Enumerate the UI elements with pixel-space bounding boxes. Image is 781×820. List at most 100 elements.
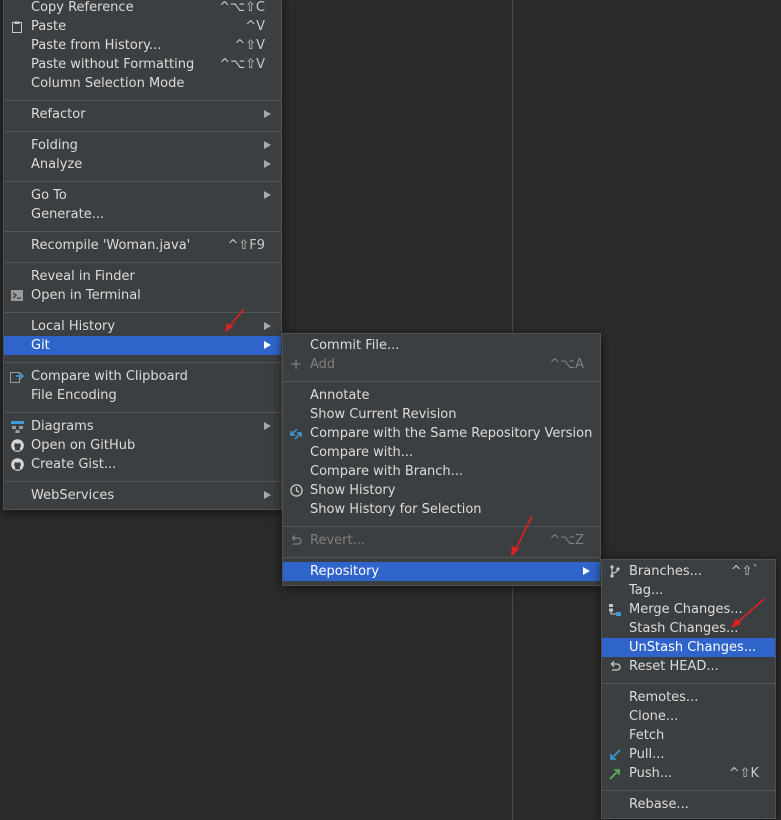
menu-separator [4, 231, 281, 232]
github-icon [9, 436, 25, 455]
menu-item-label: Clone... [629, 709, 679, 724]
menu-item-webservices[interactable]: WebServices [4, 486, 281, 505]
editor-context-menu: Copy Reference ^⌥⇧C Paste ^V Paste from … [3, 0, 282, 510]
menu-item-shortcut: ^V [245, 19, 265, 34]
branch-icon [607, 562, 623, 581]
menu-item-git[interactable]: Git [4, 336, 281, 355]
revert-icon [288, 531, 304, 550]
menu-item-shortcut: ^⇧K [728, 766, 759, 781]
diagram-icon [9, 417, 25, 436]
menu-item-branches[interactable]: Branches... ^⇧` [602, 562, 775, 581]
push-arrow-icon [607, 764, 623, 783]
clipboard-icon [9, 17, 25, 36]
menu-item-reveal-in-finder[interactable]: Reveal in Finder [4, 267, 281, 286]
submenu-arrow-icon [264, 141, 271, 149]
menu-separator [602, 683, 775, 684]
menu-item-file-encoding[interactable]: File Encoding [4, 386, 281, 405]
menu-item-refactor[interactable]: Refactor [4, 105, 281, 124]
submenu-arrow-icon [264, 191, 271, 199]
menu-item-create-gist[interactable]: Create Gist... [4, 455, 281, 474]
menu-item-diagrams[interactable]: Diagrams [4, 417, 281, 436]
menu-item-label: Reset HEAD... [629, 659, 719, 674]
menu-item-revert[interactable]: Revert... ^⌥Z [283, 531, 600, 550]
menu-item-paste-without-formatting[interactable]: Paste without Formatting ^⌥⇧V [4, 55, 281, 74]
menu-item-label: Show History for Selection [310, 502, 482, 517]
menu-item-annotate[interactable]: Annotate [283, 386, 600, 405]
menu-item-label: Revert... [310, 533, 365, 548]
menu-item-label: Folding [31, 138, 78, 153]
menu-item-shortcut: ^⌥A [549, 357, 584, 372]
plus-icon: + [289, 355, 303, 373]
menu-item-show-history[interactable]: Show History [283, 481, 600, 500]
menu-item-paste[interactable]: Paste ^V [4, 17, 281, 36]
git-submenu: Commit File... + Add ^⌥A Annotate Show C… [282, 333, 601, 586]
menu-item-shortcut: ^⌥⇧V [219, 57, 265, 72]
menu-item-compare-with-branch[interactable]: Compare with Branch... [283, 462, 600, 481]
menu-item-pull[interactable]: Pull... [602, 745, 775, 764]
menu-item-label: Merge Changes... [629, 602, 743, 617]
menu-item-label: Diagrams [31, 419, 94, 434]
menu-item-generate[interactable]: Generate... [4, 205, 281, 224]
menu-item-label: Branches... [629, 564, 703, 579]
menu-item-rebase[interactable]: Rebase... [602, 795, 775, 814]
menu-item-commit-file[interactable]: Commit File... [283, 336, 600, 355]
menu-item-folding[interactable]: Folding [4, 136, 281, 155]
menu-item-reset-head[interactable]: Reset HEAD... [602, 657, 775, 676]
submenu-arrow-icon [264, 322, 271, 330]
menu-item-show-current-revision[interactable]: Show Current Revision [283, 405, 600, 424]
compare-clipboard-icon [9, 367, 25, 386]
menu-item-label: WebServices [31, 488, 115, 503]
menu-item-add[interactable]: + Add ^⌥A [283, 355, 600, 374]
menu-item-shortcut: ^⇧V [234, 38, 265, 53]
annotation-arrow-icon [225, 308, 245, 332]
menu-item-clone[interactable]: Clone... [602, 707, 775, 726]
menu-item-label: Tag... [629, 583, 664, 598]
annotation-arrow-icon [731, 598, 765, 628]
menu-item-compare-with[interactable]: Compare with... [283, 443, 600, 462]
menu-item-label: Commit File... [310, 338, 400, 353]
menu-item-label: Paste [31, 19, 67, 34]
menu-item-label: File Encoding [31, 388, 117, 403]
menu-separator [4, 362, 281, 363]
submenu-arrow-icon [264, 491, 271, 499]
menu-item-label: Generate... [31, 207, 105, 222]
menu-separator [4, 131, 281, 132]
menu-item-recompile[interactable]: Recompile 'Woman.java' ^⇧F9 [4, 236, 281, 255]
menu-item-show-history-selection[interactable]: Show History for Selection [283, 500, 600, 519]
menu-item-label: Reveal in Finder [31, 269, 135, 284]
menu-separator [4, 481, 281, 482]
menu-item-shortcut: ^⇧` [730, 564, 759, 579]
menu-item-label: Copy Reference [31, 0, 134, 15]
menu-item-copy-reference[interactable]: Copy Reference ^⌥⇧C [4, 0, 281, 17]
menu-item-open-in-terminal[interactable]: Open in Terminal [4, 286, 281, 305]
menu-item-label: Paste without Formatting [31, 57, 195, 72]
menu-item-analyze[interactable]: Analyze [4, 155, 281, 174]
menu-item-unstash-changes[interactable]: UnStash Changes... [602, 638, 775, 657]
revert-icon [607, 657, 623, 676]
menu-item-label: Fetch [629, 728, 665, 743]
menu-item-paste-from-history[interactable]: Paste from History... ^⇧V [4, 36, 281, 55]
menu-item-label: Show History [310, 483, 396, 498]
menu-item-go-to[interactable]: Go To [4, 186, 281, 205]
menu-item-label: Remotes... [629, 690, 699, 705]
menu-item-label: Show Current Revision [310, 407, 457, 422]
menu-item-repository[interactable]: Repository [283, 562, 600, 581]
menu-item-shortcut: ^⌥Z [549, 533, 584, 548]
menu-item-remotes[interactable]: Remotes... [602, 688, 775, 707]
menu-item-label: Pull... [629, 747, 665, 762]
menu-item-label: Repository [310, 564, 380, 579]
annotation-arrow-icon [511, 515, 533, 557]
menu-item-open-on-github[interactable]: Open on GitHub [4, 436, 281, 455]
menu-item-label: Stash Changes... [629, 621, 739, 636]
menu-item-column-selection-mode[interactable]: Column Selection Mode [4, 74, 281, 93]
submenu-arrow-icon [264, 160, 271, 168]
menu-item-compare-same-repo-version[interactable]: Compare with the Same Repository Version [283, 424, 600, 443]
menu-item-label: Create Gist... [31, 457, 117, 472]
menu-item-label: Push... [629, 766, 673, 781]
menu-item-fetch[interactable]: Fetch [602, 726, 775, 745]
menu-separator [283, 526, 600, 527]
menu-item-label: Git [31, 338, 50, 353]
menu-separator [283, 381, 600, 382]
menu-item-compare-with-clipboard[interactable]: Compare with Clipboard [4, 367, 281, 386]
menu-item-push[interactable]: Push... ^⇧K [602, 764, 775, 783]
